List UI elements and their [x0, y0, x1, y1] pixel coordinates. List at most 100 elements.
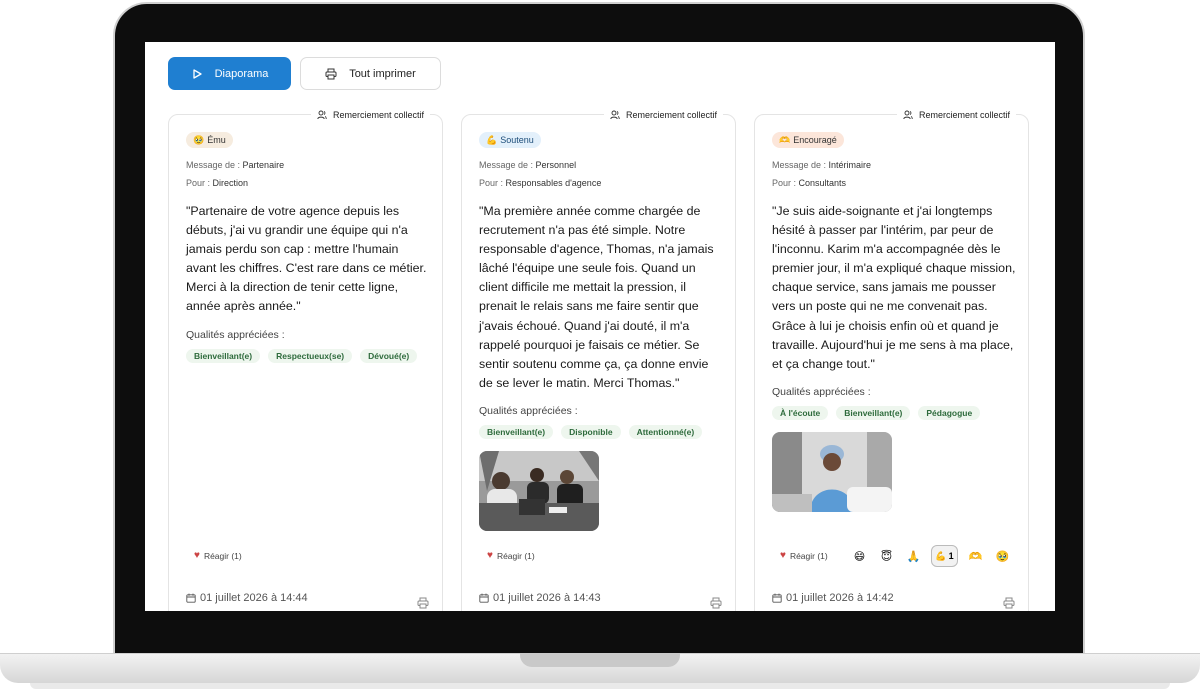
qualities-label: Qualités appréciées :	[186, 329, 285, 341]
flex-emoji-reaction-selected[interactable]: 💪 1	[931, 545, 958, 567]
printer-icon	[325, 68, 337, 79]
card-date: 01 juillet 2026 à 14:42	[772, 592, 894, 604]
thanks-card: Remerciement collectif 🥹 Ému Message de …	[168, 107, 443, 611]
date-value: 01 juillet 2026 à 14:44	[200, 592, 308, 604]
print-all-button[interactable]: Tout imprimer	[300, 57, 441, 90]
sender-line: Message de : Personnel	[479, 160, 576, 170]
recipient-key: Pour :	[772, 178, 797, 188]
attached-photo[interactable]	[772, 432, 892, 512]
laptop-notch	[520, 653, 680, 667]
calendar-icon	[772, 593, 782, 603]
recipient-key: Pour :	[186, 178, 211, 188]
quality-tag: Attentionné(e)	[628, 425, 703, 439]
qualities-tags: À l'écoute Bienveillant(e) Pédagogue	[772, 406, 981, 420]
slideshow-label: Diaporama	[214, 67, 269, 80]
card-date: 01 juillet 2026 à 14:43	[479, 592, 601, 604]
calendar-icon	[479, 593, 489, 603]
card-date: 01 juillet 2026 à 14:44	[186, 592, 308, 604]
print-card-icon[interactable]	[710, 597, 722, 609]
users-icon	[903, 110, 913, 120]
grin-emoji-icon[interactable]: 😄	[850, 547, 869, 566]
recipient-line: Pour : Consultants	[772, 178, 846, 188]
users-icon	[610, 110, 620, 120]
mood-badge: 🥹 Ému	[186, 132, 233, 148]
heart-icon: ♥	[194, 550, 200, 561]
quality-tag: À l'écoute	[772, 406, 829, 420]
mood-badge: 🫶 Encouragé	[772, 132, 844, 148]
heart-icon: ♥	[487, 550, 493, 561]
recipient-value: Direction	[212, 178, 249, 188]
date-value: 01 juillet 2026 à 14:43	[493, 592, 601, 604]
collective-badge: Remerciement collectif	[896, 107, 1016, 123]
flex-emoji-icon: 💪	[935, 550, 947, 561]
qualities-tags: Bienveillant(e) Disponible Attentionné(e…	[479, 425, 703, 439]
slideshow-button[interactable]: Diaporama	[168, 57, 291, 90]
heart-hands-emoji-icon[interactable]: 🫶	[966, 547, 985, 566]
thanks-card: Remerciement collectif 💪 Soutenu Message…	[461, 107, 736, 611]
print-card-icon[interactable]	[417, 597, 429, 609]
print-card-icon[interactable]	[1003, 597, 1015, 609]
quality-tag: Disponible	[561, 425, 621, 439]
react-label: Réagir (1)	[789, 550, 828, 561]
recipient-value: Responsables d'agence	[505, 178, 602, 188]
message-quote: "Je suis aide-soignante et j'ai longtemp…	[772, 204, 1016, 371]
collective-label: Remerciement collectif	[918, 110, 1010, 120]
quality-tag: Bienveillant(e)	[836, 406, 911, 420]
mood-emoji-icon: 🫶	[779, 134, 791, 145]
sender-value: Personnel	[535, 160, 577, 170]
message-quote: "Ma première année comme chargée de recr…	[479, 204, 714, 390]
quality-tag: Pédagogue	[918, 406, 981, 420]
recipient-line: Pour : Direction	[186, 178, 248, 188]
calendar-icon	[186, 593, 196, 603]
mood-emoji-icon: 🥹	[193, 134, 205, 145]
reaction-count: 1	[948, 551, 954, 561]
quality-tag: Respectueux(se)	[268, 349, 353, 363]
react-button[interactable]: ♥ Réagir (1)	[780, 550, 828, 561]
react-button[interactable]: ♥ Réagir (1)	[487, 550, 535, 561]
mood-label: Soutenu	[500, 135, 534, 145]
sender-value: Intérimaire	[828, 160, 872, 170]
react-label: Réagir (1)	[203, 550, 242, 561]
recipient-value: Consultants	[798, 178, 847, 188]
pray-emoji-icon[interactable]: 🙏	[904, 547, 923, 566]
sender-key: Message de :	[186, 160, 241, 170]
attached-photo[interactable]	[479, 451, 599, 531]
sender-value: Partenaire	[242, 160, 285, 170]
sender-line: Message de : Intérimaire	[772, 160, 871, 170]
qualities-tags: Bienveillant(e) Respectueux(se) Dévoué(e…	[186, 349, 418, 363]
halo-emoji-icon[interactable]: 😇	[877, 547, 896, 566]
collective-badge: Remerciement collectif	[310, 107, 430, 123]
react-label: Réagir (1)	[496, 550, 535, 561]
laptop-shadow	[30, 683, 1170, 689]
recipient-key: Pour :	[479, 178, 504, 188]
mood-badge: 💪 Soutenu	[479, 132, 541, 148]
date-value: 01 juillet 2026 à 14:42	[786, 592, 894, 604]
heart-icon: ♥	[780, 550, 786, 561]
quality-tag: Bienveillant(e)	[186, 349, 261, 363]
play-icon	[192, 68, 202, 79]
sender-key: Message de :	[772, 160, 827, 170]
nurse-photo	[772, 432, 892, 512]
collective-label: Remerciement collectif	[625, 110, 717, 120]
reaction-picker: 😄 😇 🙏 💪 1 🫶 🥹	[850, 545, 1012, 567]
qualities-label: Qualités appréciées :	[772, 386, 871, 398]
react-button[interactable]: ♥ Réagir (1)	[194, 550, 242, 561]
qualities-label: Qualités appréciées :	[479, 405, 578, 417]
quality-tag: Bienveillant(e)	[479, 425, 554, 439]
users-icon	[317, 110, 327, 120]
recipient-line: Pour : Responsables d'agence	[479, 178, 601, 188]
sender-key: Message de :	[479, 160, 534, 170]
quality-tag: Dévoué(e)	[360, 349, 418, 363]
mood-emoji-icon: 💪	[486, 134, 498, 145]
moved-emoji-icon[interactable]: 🥹	[993, 547, 1012, 566]
mood-label: Encouragé	[793, 135, 837, 145]
mood-label: Ému	[207, 135, 226, 145]
collective-badge: Remerciement collectif	[603, 107, 723, 123]
message-quote: "Partenaire de votre agence depuis les d…	[186, 204, 427, 314]
sender-line: Message de : Partenaire	[186, 160, 284, 170]
print-all-label: Tout imprimer	[349, 67, 416, 80]
office-team-photo	[479, 451, 599, 531]
app-screen: Diaporama Tout imprimer Remerciement col…	[145, 42, 1055, 611]
collective-label: Remerciement collectif	[332, 110, 424, 120]
thanks-card: Remerciement collectif 🫶 Encouragé Messa…	[754, 107, 1029, 611]
